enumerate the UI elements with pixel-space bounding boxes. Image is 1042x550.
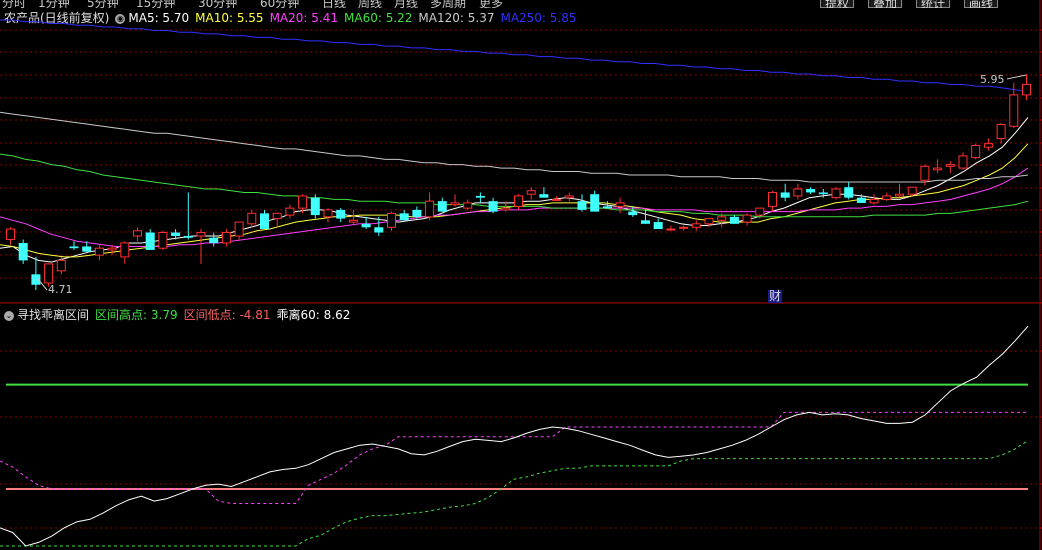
candle-body xyxy=(488,201,498,212)
candle-body xyxy=(526,190,536,195)
candle-body xyxy=(272,212,282,220)
candle-body xyxy=(882,195,892,200)
low-price-label: 4.71 xyxy=(48,283,73,296)
candle-body xyxy=(856,197,866,203)
candle-body xyxy=(1009,94,1019,127)
candle-body xyxy=(107,247,117,251)
finance-marker[interactable]: 财 xyxy=(768,290,783,303)
candle-body xyxy=(793,188,803,197)
candle-body xyxy=(171,232,181,236)
candle-body xyxy=(869,198,879,204)
candle-body xyxy=(412,209,422,217)
candle-body xyxy=(704,218,714,225)
candle-body xyxy=(933,167,943,171)
candle-body xyxy=(818,192,828,195)
candle-body xyxy=(374,227,384,233)
candle-body xyxy=(780,192,790,198)
candle-body xyxy=(183,236,193,238)
candle-body xyxy=(539,194,549,198)
candle-body xyxy=(602,206,612,209)
candle-body xyxy=(475,195,485,198)
candle-body xyxy=(806,188,816,193)
candle-body xyxy=(120,242,130,258)
candle-body xyxy=(348,219,358,223)
candle-body xyxy=(196,232,206,237)
candle-body xyxy=(945,164,955,167)
candle-body xyxy=(501,207,511,211)
candle-body xyxy=(463,202,473,209)
candle-body xyxy=(742,214,752,223)
candle-body xyxy=(260,213,269,230)
candle-body xyxy=(56,259,66,272)
candle-body xyxy=(844,187,854,198)
candle-body xyxy=(69,246,79,249)
candle-body xyxy=(44,263,54,284)
candle-body xyxy=(298,195,308,209)
candle-body xyxy=(691,223,701,228)
candle-body xyxy=(679,226,689,229)
candle-body xyxy=(615,202,625,207)
candle-body xyxy=(361,223,371,228)
candle-body xyxy=(387,212,396,228)
candle-body xyxy=(831,188,841,199)
candle-body xyxy=(666,228,676,231)
candle-body xyxy=(653,222,663,230)
candle-body xyxy=(983,143,993,148)
candle-body xyxy=(323,209,333,218)
candle-body xyxy=(971,144,981,159)
candle-body xyxy=(310,197,320,216)
high-price-arrow xyxy=(1006,74,1027,80)
candle-body xyxy=(577,201,587,210)
candle-body xyxy=(94,247,104,256)
candle-body xyxy=(552,198,562,201)
candle-body xyxy=(425,200,435,218)
candle-body xyxy=(450,202,460,206)
candle-body xyxy=(145,232,155,250)
ma-line-ma120 xyxy=(0,111,1029,183)
deviation-line xyxy=(0,325,1029,547)
candle-body xyxy=(285,207,295,216)
candle-body xyxy=(399,213,409,221)
candle-body xyxy=(1022,83,1031,96)
candle-body xyxy=(729,216,739,224)
deviation-low-track xyxy=(0,439,1029,547)
candle-body xyxy=(590,194,600,212)
candle-body xyxy=(221,232,231,244)
candle-body xyxy=(82,246,92,252)
candle-body xyxy=(31,274,41,285)
kline-chart[interactable]: 5.95 4.71 xyxy=(0,0,1042,550)
candle-body xyxy=(755,207,765,216)
candle-body xyxy=(996,124,1006,139)
high-price-label: 5.95 xyxy=(980,73,1005,86)
candle-body xyxy=(717,216,727,221)
candle-body xyxy=(18,242,28,261)
candle-body xyxy=(158,232,168,249)
candle-body xyxy=(133,230,142,237)
candle-body xyxy=(247,212,257,225)
candle-body xyxy=(514,195,523,207)
candle-body xyxy=(920,165,930,181)
candle-body xyxy=(234,221,244,237)
candle-body xyxy=(564,195,574,199)
ma-line-ma60 xyxy=(0,153,1029,218)
candle-body xyxy=(209,237,219,243)
candle-body xyxy=(628,211,638,216)
ma-line-ma250 xyxy=(0,19,1029,92)
candle-body xyxy=(958,155,968,169)
candle-body xyxy=(6,228,15,240)
candle-body xyxy=(768,191,777,207)
candle-body xyxy=(336,209,346,219)
candle-body xyxy=(641,220,650,224)
candle-body xyxy=(907,186,917,195)
candle-body xyxy=(437,201,447,212)
candle-body xyxy=(895,193,904,197)
